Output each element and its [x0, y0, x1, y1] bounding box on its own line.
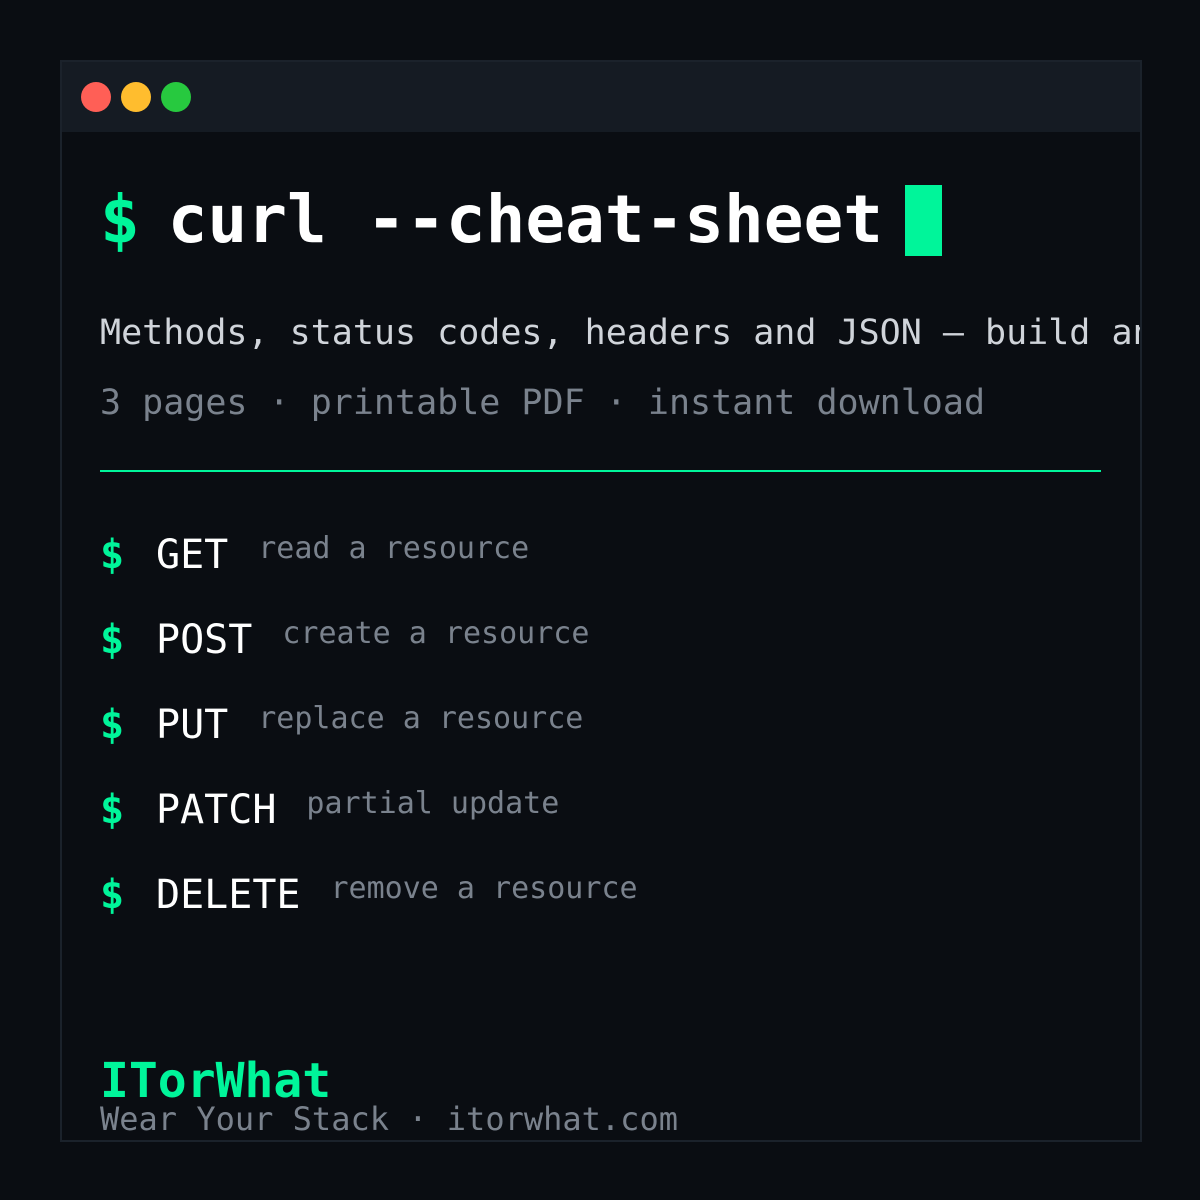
brand-tagline: Wear Your Stack · itorwhat.com — [100, 1100, 678, 1138]
method-prompt: $ — [100, 787, 125, 833]
subtitle: Methods, status codes, headers and JSON … — [100, 313, 1142, 353]
method-desc: partial update — [306, 786, 560, 821]
maximize-window-button[interactable] — [161, 82, 191, 112]
method-prompt: $ — [100, 617, 125, 663]
method-row-delete: $ DELETE remove a resource — [100, 871, 638, 922]
method-prompt: $ — [100, 872, 125, 918]
method-name: PATCH — [156, 787, 277, 833]
title-prompt: $ — [100, 181, 140, 258]
method-desc: remove a resource — [330, 871, 638, 906]
method-row-get: $ GET read a resource — [100, 531, 530, 582]
page-title: $ curl --cheat-sheet — [100, 180, 942, 260]
close-window-button[interactable] — [81, 82, 111, 112]
method-row-put: $ PUT replace a resource — [100, 701, 584, 752]
method-desc: read a resource — [258, 531, 530, 566]
terminal-window: $ curl --cheat-sheet Methods, status cod… — [60, 60, 1142, 1142]
method-name: GET — [156, 532, 229, 578]
window-titlebar — [62, 62, 1140, 132]
title-command: curl --cheat-sheet — [167, 181, 883, 258]
product-meta: 3 pages · printable PDF · instant downlo… — [100, 383, 986, 423]
method-name: PUT — [156, 702, 229, 748]
method-desc: create a resource — [282, 616, 590, 651]
method-row-post: $ POST create a resource — [100, 616, 590, 667]
cursor-block — [905, 184, 942, 256]
method-prompt: $ — [100, 702, 125, 748]
method-row-patch: $ PATCH partial update — [100, 786, 560, 837]
method-name: POST — [156, 617, 253, 663]
method-name: DELETE — [156, 872, 301, 918]
divider — [100, 470, 1101, 472]
minimize-window-button[interactable] — [121, 82, 151, 112]
method-prompt: $ — [100, 532, 125, 578]
method-desc: replace a resource — [258, 701, 584, 736]
